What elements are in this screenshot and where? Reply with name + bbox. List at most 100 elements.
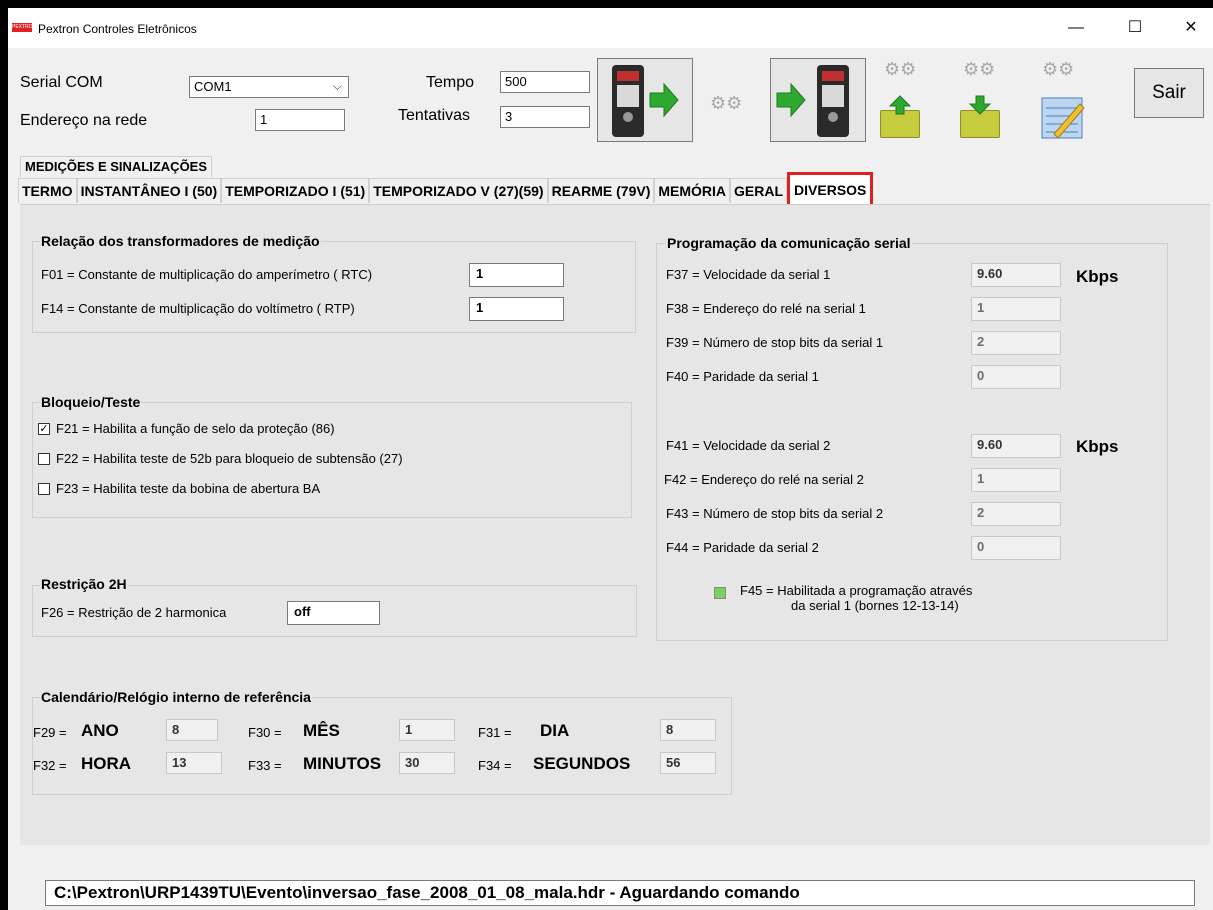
f21-label: F21 = Habilita a função de selo da prote…	[56, 421, 335, 436]
tab-geral[interactable]: GERAL	[730, 178, 788, 203]
f34-name: SEGUNDOS	[533, 754, 631, 773]
f22-label: F22 = Habilita teste de 52b para bloquei…	[56, 451, 403, 466]
tab-diversos[interactable]: DIVERSOS	[787, 172, 874, 208]
notepad-icon	[1041, 97, 1085, 139]
f32-code: F32 =	[33, 758, 67, 773]
relay-device-icon	[612, 65, 679, 137]
kbps-label-1: Kbps	[1076, 267, 1119, 286]
f39-value[interactable]: 2	[971, 331, 1061, 355]
arrow-up-icon	[888, 95, 912, 115]
tab-temporizado-i[interactable]: TEMPORIZADO I (51)	[221, 178, 370, 203]
f45-indicator	[714, 587, 726, 599]
exit-button[interactable]: Sair	[1134, 68, 1204, 118]
f39-label: F39 = Número de stop bits da serial 1	[666, 335, 884, 350]
f22-checkbox[interactable]	[38, 453, 50, 465]
address-label: Endereço na rede	[20, 112, 148, 129]
tentativas-label: Tentativas	[398, 107, 471, 124]
f29-code: F29 =	[33, 725, 67, 740]
status-bar: C:\Pextron\URP1439TU\Evento\inversao_fas…	[45, 880, 1195, 906]
close-button[interactable]: ✕	[1176, 16, 1206, 40]
f26-input[interactable]: off	[287, 601, 380, 625]
maximize-button[interactable]: ☐	[1120, 16, 1150, 40]
window-title: Pextron Controles Eletrônicos	[38, 22, 197, 36]
f30-code: F30 =	[248, 725, 282, 740]
f34-value[interactable]: 56	[660, 752, 716, 774]
address-input[interactable]: 1	[255, 109, 345, 131]
f33-name: MINUTOS	[303, 754, 382, 773]
f21-checkbox[interactable]: ✓	[38, 423, 50, 435]
f43-label: F43 = Número de stop bits da serial 2	[666, 506, 884, 521]
f32-name: HORA	[81, 754, 132, 773]
serial-com-value: COM1	[194, 79, 232, 94]
f37-value[interactable]: 9.60	[971, 263, 1061, 287]
f40-label: F40 = Paridade da serial 1	[666, 369, 819, 384]
open-file-button[interactable]	[874, 94, 926, 140]
minimize-button[interactable]: —	[1061, 16, 1091, 40]
f42-label: F42 = Endereço do relé na serial 2	[664, 472, 864, 487]
tab-instantaneo[interactable]: INSTANTÂNEO I (50)	[76, 178, 222, 203]
f30-value[interactable]: 1	[399, 719, 455, 741]
block-title: Bloqueio/Teste	[40, 394, 142, 410]
tab-rearme[interactable]: REARME (79V)	[547, 178, 655, 203]
arrow-down-icon	[968, 95, 992, 115]
serial-com-label: Serial COM	[20, 74, 103, 91]
f45-line2: da serial 1 (bornes 12-13-14)	[791, 598, 959, 613]
tab-temporizado-v[interactable]: TEMPORIZADO V (27)(59)	[369, 178, 548, 203]
f38-value[interactable]: 1	[971, 297, 1061, 321]
f41-label: F41 = Velocidade da serial 2	[666, 438, 831, 453]
f01-label: F01 = Constante de multiplicação do ampe…	[41, 267, 373, 282]
f37-label: F37 = Velocidade da serial 1	[666, 267, 831, 282]
f26-label: F26 = Restrição de 2 harmonica	[41, 605, 227, 620]
relay-device-icon	[776, 65, 849, 137]
f29-name: ANO	[81, 721, 119, 740]
f33-code: F33 =	[248, 758, 282, 773]
f33-value[interactable]: 30	[399, 752, 455, 774]
f44-value[interactable]: 0	[971, 536, 1061, 560]
f23-label: F23 = Habilita teste da bobina de abertu…	[56, 481, 321, 496]
check-icon: ✓	[39, 423, 49, 435]
save-file-button[interactable]	[954, 94, 1006, 140]
gear-icon: ⚙⚙	[710, 93, 743, 113]
f23-checkbox[interactable]	[38, 483, 50, 495]
tab-termo[interactable]: TERMO	[18, 178, 77, 203]
f01-input[interactable]: 1	[469, 263, 564, 287]
f44-label: F44 = Paridade da serial 2	[666, 540, 819, 555]
tempo-label: Tempo	[426, 74, 475, 91]
serial-com-select[interactable]: COM1 ⌵	[189, 76, 349, 98]
f31-value[interactable]: 8	[660, 719, 716, 741]
f38-label: F38 = Endereço do relé na serial 1	[666, 301, 866, 316]
tab-medicoes[interactable]: MEDIÇÕES E SINALIZAÇÕES	[20, 156, 213, 177]
f14-input[interactable]: 1	[469, 297, 564, 321]
title-bar: PEXTRON Pextron Controles Eletrônicos — …	[8, 8, 1213, 48]
write-relay-button[interactable]	[770, 58, 866, 142]
tab-memoria[interactable]: MEMÓRIA	[654, 178, 731, 203]
gear-icon: ⚙⚙	[1042, 59, 1075, 79]
f31-code: F31 =	[478, 725, 512, 740]
f30-name: MÊS	[303, 721, 340, 740]
read-relay-button[interactable]	[597, 58, 693, 142]
app-window: PEXTRON Pextron Controles Eletrônicos — …	[8, 8, 1213, 910]
f41-value[interactable]: 9.60	[971, 434, 1061, 458]
tab-strip: TERMO INSTANTÂNEO I (50) TEMPORIZADO I (…	[18, 172, 874, 208]
f42-value[interactable]: 1	[971, 468, 1061, 492]
gear-icon: ⚙⚙	[963, 59, 996, 79]
calendar-title: Calendário/Relógio interno de referência	[40, 689, 312, 705]
diversos-panel: Relação dos transformadores de medição F…	[20, 204, 1210, 845]
restriction-title: Restrição 2H	[40, 576, 128, 592]
f32-value[interactable]: 13	[166, 752, 222, 774]
app-logo-icon: PEXTRON	[12, 23, 32, 32]
f29-value[interactable]: 8	[166, 719, 218, 741]
f40-value[interactable]: 0	[971, 365, 1061, 389]
f45-line1: F45 = Habilitada a programação através	[740, 583, 973, 598]
f43-value[interactable]: 2	[971, 502, 1061, 526]
tempo-input[interactable]: 500	[500, 71, 590, 93]
notepad-button[interactable]	[1036, 94, 1088, 142]
chevron-down-icon: ⌵	[332, 79, 342, 93]
tentativas-input[interactable]: 3	[500, 106, 590, 128]
gear-icon: ⚙⚙	[884, 59, 917, 79]
serial-title: Programação da comunicação serial	[666, 235, 912, 251]
f34-code: F34 =	[478, 758, 512, 773]
f31-name: DIA	[540, 721, 570, 740]
transformers-title: Relação dos transformadores de medição	[40, 233, 321, 249]
kbps-label-2: Kbps	[1076, 437, 1119, 456]
